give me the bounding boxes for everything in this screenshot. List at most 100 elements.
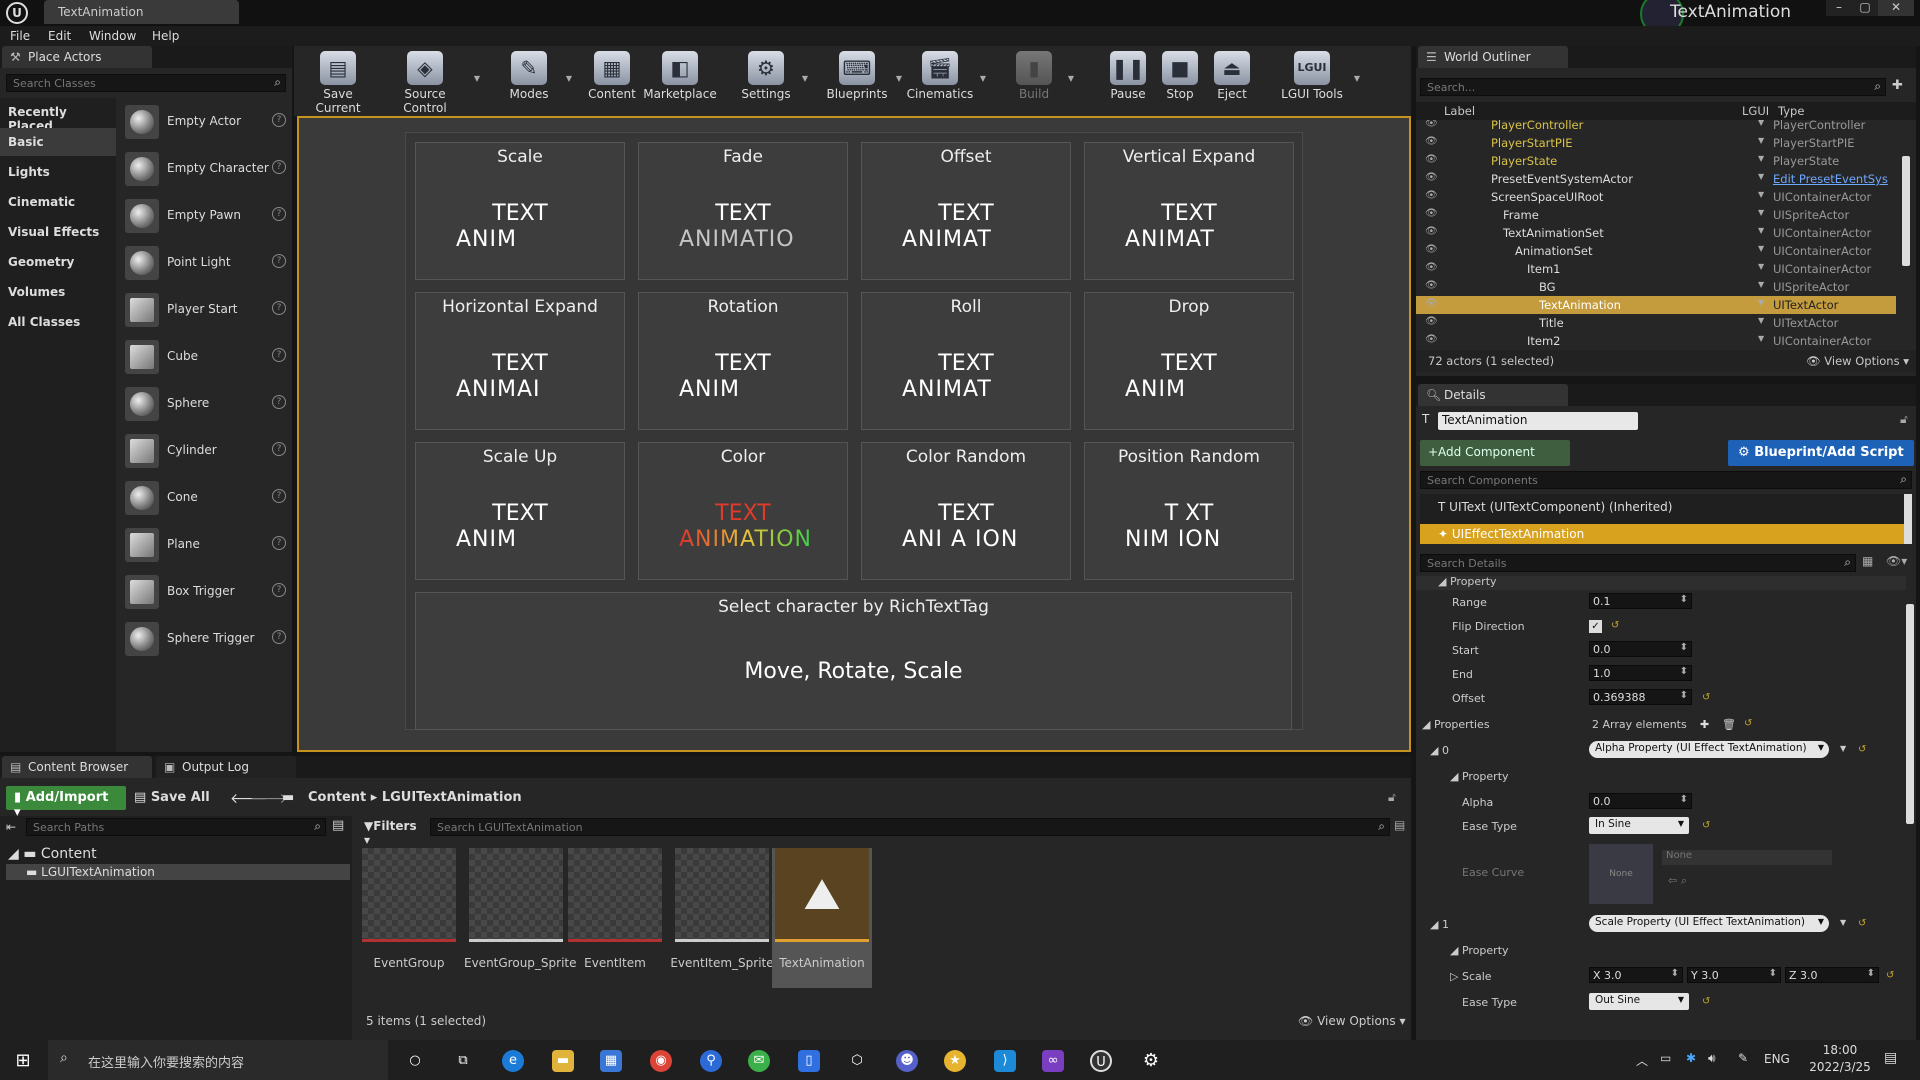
add-element-icon[interactable]: ✚ xyxy=(1700,718,1709,731)
help-icon[interactable]: ? xyxy=(272,489,286,503)
blueprint-add-script-button[interactable]: ⚙ Blueprint/Add Script xyxy=(1728,440,1914,466)
maximize-icon[interactable]: ▢ xyxy=(1852,0,1878,16)
reset-icon[interactable]: ↺ xyxy=(1611,620,1619,631)
close-icon[interactable]: ✕ xyxy=(1878,0,1914,16)
dropdown-arrow-icon[interactable]: ▼ xyxy=(802,74,808,83)
visibility-icon[interactable]: 👁︎ xyxy=(1425,298,1438,309)
grid-view-icon[interactable]: ▦ xyxy=(1862,554,1873,568)
eye-options-icon[interactable]: 👁︎▾ xyxy=(1886,554,1907,568)
components-scrollbar[interactable] xyxy=(1904,494,1912,544)
visibility-icon[interactable]: 👁︎ xyxy=(1425,136,1438,147)
visibility-icon[interactable]: 👁︎ xyxy=(1425,316,1438,327)
tab-output-log[interactable]: ▣ Output Log xyxy=(156,756,296,778)
toggle-sources-icon[interactable]: ⇤ xyxy=(6,820,16,834)
actor-plane[interactable]: Plane? xyxy=(122,522,288,568)
asset-tile[interactable]: EventGroup_Sprite xyxy=(464,848,577,988)
actor-box-trigger[interactable]: Box Trigger? xyxy=(122,569,288,615)
pen-icon[interactable]: ✎ xyxy=(1738,1051,1748,1065)
help-icon[interactable]: ? xyxy=(272,254,286,268)
clock-date[interactable]: 2022/3/25 xyxy=(1800,1060,1880,1074)
outliner-row-selected[interactable]: 👁︎ TextAnimation ▼ UITextActor xyxy=(1416,296,1896,314)
asset-tile-selected[interactable]: ⛰︎ TextAnimation xyxy=(772,848,872,988)
pause-button[interactable]: ❚❚ Pause xyxy=(1102,48,1154,106)
lock-icon[interactable]: 🔓︎ xyxy=(1900,412,1908,427)
notification-icon[interactable]: ▤ xyxy=(1884,1050,1897,1066)
ease-type-dropdown[interactable]: In Sine xyxy=(1589,817,1689,834)
category-volumes[interactable]: Volumes xyxy=(0,278,116,306)
search-components-input[interactable]: Search Components ⌕ xyxy=(1420,471,1912,489)
menu-help[interactable]: Help xyxy=(152,29,179,43)
actor-empty-actor[interactable]: Empty Actor? xyxy=(122,99,288,145)
visual-studio-icon[interactable]: ∞ xyxy=(1042,1050,1064,1072)
ease-type-1-dropdown[interactable]: Out Sine xyxy=(1589,993,1689,1010)
input-language[interactable]: ENG xyxy=(1764,1052,1790,1066)
taskbar-search[interactable]: ⌕ 在这里输入你要搜索的内容 xyxy=(48,1040,388,1080)
unreal-engine-icon[interactable]: U xyxy=(1090,1050,1112,1072)
windows-start-icon[interactable]: ⊞ xyxy=(12,1050,34,1072)
actor-cylinder[interactable]: Cylinder? xyxy=(122,428,288,474)
level-viewport[interactable]: Scale TEXT ANIM Fade TEXT ANIMATIO Offset TEX… xyxy=(297,116,1411,752)
offset-input[interactable]: 0.369388 xyxy=(1589,689,1692,705)
notes-icon[interactable]: ▯ xyxy=(798,1050,820,1072)
reset-icon[interactable]: ↺ xyxy=(1858,918,1866,929)
blueprints-button[interactable]: ⌨ Blueprints ▼ xyxy=(824,48,902,106)
menu-edit[interactable]: Edit xyxy=(48,29,71,43)
category-lights[interactable]: Lights xyxy=(0,158,116,186)
outliner-row[interactable]: 👁︎ Item2 ▼ UIContainerActor xyxy=(1416,332,1896,346)
help-icon[interactable]: ? xyxy=(272,583,286,597)
document-tab[interactable]: TextAnimation xyxy=(44,0,239,24)
view-list-icon[interactable]: ▤ xyxy=(332,818,344,833)
curve-thumbnail[interactable]: None xyxy=(1589,844,1653,904)
tab-content-browser[interactable]: ▤ Content Browser xyxy=(2,756,152,778)
flip-direction-checkbox[interactable]: ✓ xyxy=(1589,620,1602,633)
visibility-icon[interactable]: 👁︎ xyxy=(1425,280,1438,291)
start-input[interactable]: 0.0 xyxy=(1589,641,1692,657)
marketplace-button[interactable]: ◧ Marketplace xyxy=(642,48,718,106)
search-paths-input[interactable]: Search Paths ⌕ xyxy=(26,818,326,836)
breadcrumb-folder[interactable]: LGUITextAnimation xyxy=(382,790,522,805)
reset-icon[interactable]: ↺ xyxy=(1886,970,1894,981)
task-view-icon[interactable]: ⧉ xyxy=(452,1050,474,1072)
actor-sphere-trigger[interactable]: Sphere Trigger? xyxy=(122,616,288,662)
help-icon[interactable]: ? xyxy=(272,160,286,174)
chat-app-icon[interactable]: ☻ xyxy=(896,1050,918,1072)
filters-button[interactable]: ▼Filters ▾ xyxy=(360,816,420,847)
reset-icon[interactable]: ↺ xyxy=(1702,692,1710,703)
outliner-row[interactable]: 👁︎ PlayerStartPIE ▼ PlayerStartPIE xyxy=(1416,134,1896,152)
breadcrumb-content[interactable]: Content xyxy=(308,790,366,805)
visibility-icon[interactable]: 👁︎ xyxy=(1425,226,1438,237)
bluetooth-icon[interactable]: ✱ xyxy=(1686,1051,1696,1065)
dropdown-arrow-icon[interactable]: ▼ xyxy=(896,74,902,83)
outliner-view-options[interactable]: 👁︎ View Options ▾ xyxy=(1806,354,1909,368)
tree-folder-selected[interactable]: ▬ LGUITextAnimation xyxy=(6,864,350,880)
dropdown-arrow-icon[interactable]: ▼ xyxy=(566,74,572,83)
lgui-tools-button[interactable]: LGUI LGUI Tools ▼ xyxy=(1276,48,1360,106)
stop-button[interactable]: ■ Stop xyxy=(1156,48,1204,106)
tab-place-actors[interactable]: ⚒ Place Actors xyxy=(2,46,152,68)
visibility-icon[interactable]: 👁︎ xyxy=(1425,262,1438,273)
lock-icon[interactable]: 🔓︎ xyxy=(1388,790,1396,805)
category-all-classes[interactable]: All Classes xyxy=(0,308,116,336)
help-icon[interactable]: ? xyxy=(272,207,286,221)
delete-icon[interactable]: 🗑︎ xyxy=(1722,718,1736,731)
details-scrollbar[interactable] xyxy=(1906,604,1914,824)
element-1-dropdown[interactable]: Scale Property (UI Effect TextAnimation) xyxy=(1589,915,1829,932)
edge-browser-icon[interactable]: e xyxy=(502,1050,524,1072)
maps-icon[interactable]: ⚲ xyxy=(700,1050,722,1072)
outliner-search-input[interactable]: Search... ⌕ xyxy=(1420,78,1886,96)
reset-icon[interactable]: ↺ xyxy=(1744,718,1752,729)
help-icon[interactable]: ? xyxy=(272,536,286,550)
actor-point-light[interactable]: Point Light? xyxy=(122,240,288,286)
help-icon[interactable]: ? xyxy=(272,301,286,315)
asset-tile[interactable]: EventItem_Sprite xyxy=(670,848,774,988)
component-uitext[interactable]: T UIText (UITextComponent) (Inherited) xyxy=(1438,500,1672,514)
curve-dropdown[interactable]: None xyxy=(1662,850,1832,865)
chrome-icon[interactable]: ◉ xyxy=(650,1050,672,1072)
actor-empty-pawn[interactable]: Empty Pawn? xyxy=(122,193,288,239)
search-assets-input[interactable]: Search LGUITextAnimation ⌕ xyxy=(430,818,1390,836)
save-current-button[interactable]: ▤ Save Current xyxy=(300,48,376,115)
scale-z-input[interactable]: Z 3.0 xyxy=(1785,967,1879,983)
settings-gear-icon[interactable]: ⚙ xyxy=(1140,1050,1162,1072)
cb-view-options[interactable]: 👁︎ View Options ▾ xyxy=(1298,1014,1406,1028)
outliner-row[interactable]: 👁︎ AnimationSet ▼ UIContainerActor xyxy=(1416,242,1896,260)
